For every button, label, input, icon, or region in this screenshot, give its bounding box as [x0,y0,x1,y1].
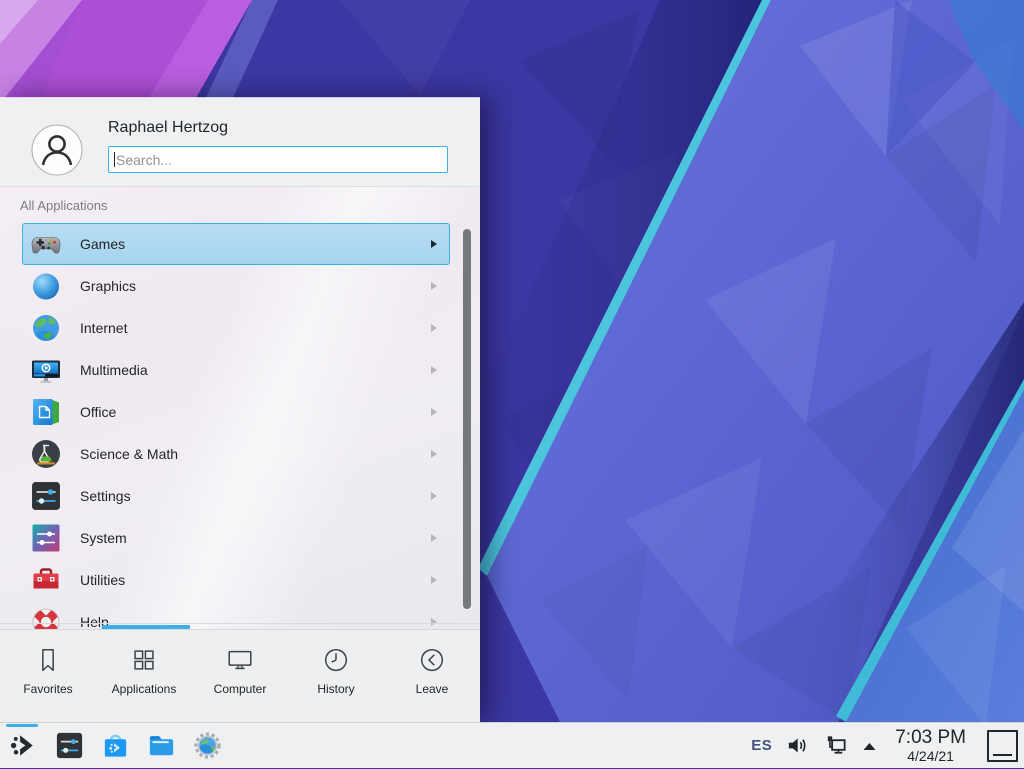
menu-item-multimedia[interactable]: Multimedia [22,349,450,391]
menu-item-label: Internet [80,320,127,336]
clock-time: 7:03 PM [895,728,966,747]
search-placeholder: Search... [116,152,172,168]
tab-applications[interactable]: Applications [96,630,192,722]
submenu-arrow-icon [431,534,437,542]
history-icon [321,645,351,675]
menu-item-office[interactable]: Office [22,391,450,433]
application-launcher-icon [8,730,39,761]
menu-item-help[interactable]: Help [22,601,450,629]
submenu-arrow-icon [431,282,437,290]
dolphin-task-button[interactable] [138,723,184,769]
menu-item-label: Utilities [80,572,125,588]
menu-item-system[interactable]: System [22,517,450,559]
taskbar-panel: ES 7:03 PM 4/24/21 [0,722,1024,768]
tab-favorites[interactable]: Favorites [0,630,96,722]
discover-icon [100,730,131,761]
submenu-arrow-icon [431,618,437,626]
system-settings-icon [54,730,85,761]
menu-item-utilities[interactable]: Utilities [22,559,450,601]
graphics-icon [30,270,62,302]
favorites-icon [33,645,63,675]
active-tab-indicator [102,625,190,629]
tab-label: Leave [416,682,449,696]
clock-date: 4/24/21 [907,749,954,763]
launcher-body: All Applications [0,187,480,629]
launcher-footer-tabs: Favorites Applications Computer [0,629,480,722]
submenu-arrow-icon [431,450,437,458]
discover-task-button[interactable] [92,723,138,769]
menu-item-science-math[interactable]: Science & Math [22,433,450,475]
submenu-arrow-icon [431,408,437,416]
office-icon [30,396,62,428]
internet-icon [30,312,62,344]
show-desktop-widget[interactable] [987,730,1018,762]
network-icon[interactable] [823,733,848,758]
expand-tray-icon[interactable] [861,740,878,752]
computer-icon [225,645,255,675]
tab-computer[interactable]: Computer [192,630,288,722]
multimedia-icon [30,354,62,386]
menu-item-internet[interactable]: Internet [22,307,450,349]
submenu-arrow-icon [431,366,437,374]
applications-icon [129,645,159,675]
utilities-icon [30,564,62,596]
tab-history[interactable]: History [288,630,384,722]
search-input[interactable]: Search... [108,146,448,173]
menu-item-label: Settings [80,488,131,504]
tab-leave[interactable]: Leave [384,630,480,722]
menu-item-label: Games [80,236,125,252]
konqueror-task-button[interactable] [184,723,230,769]
menu-item-label: Graphics [80,278,136,294]
application-category-list: Games Graphics [22,223,450,629]
dolphin-icon [146,730,177,761]
tab-label: Applications [112,682,177,696]
user-name: Raphael Hertzog [108,119,228,137]
application-launcher-menu: Raphael Hertzog Search... All Applicatio… [0,97,480,722]
keyboard-layout-indicator[interactable]: ES [751,737,772,754]
volume-icon[interactable] [785,733,810,758]
submenu-arrow-icon [431,324,437,332]
system-icon [30,522,62,554]
submenu-arrow-icon [431,240,437,248]
help-icon [30,606,62,629]
submenu-arrow-icon [431,576,437,584]
digital-clock[interactable]: 7:03 PM 4/24/21 [895,728,966,763]
scrollbar[interactable] [463,229,471,609]
menu-item-label: Science & Math [80,446,178,462]
menu-item-settings[interactable]: Settings [22,475,450,517]
menu-item-label: Office [80,404,116,420]
games-icon [30,228,62,260]
menu-item-graphics[interactable]: Graphics [22,265,450,307]
application-launcher-button[interactable] [0,723,46,769]
system-settings-task-button[interactable] [46,723,92,769]
launcher-header: Raphael Hertzog Search... [0,98,480,187]
avatar[interactable] [31,124,83,176]
science-icon [30,438,62,470]
settings-icon [30,480,62,512]
launcher-open-indicator [6,724,38,727]
konqueror-icon [192,730,223,761]
tab-label: Computer [214,682,267,696]
leave-icon [417,645,447,675]
menu-item-label: Multimedia [80,362,148,378]
submenu-arrow-icon [431,492,437,500]
menu-item-label: System [80,530,127,546]
tab-label: Favorites [23,682,72,696]
text-cursor [114,152,115,167]
system-tray: ES 7:03 PM 4/24/21 [751,728,1024,763]
section-label: All Applications [20,198,107,213]
tab-label: History [317,682,354,696]
menu-item-games[interactable]: Games [22,223,450,265]
